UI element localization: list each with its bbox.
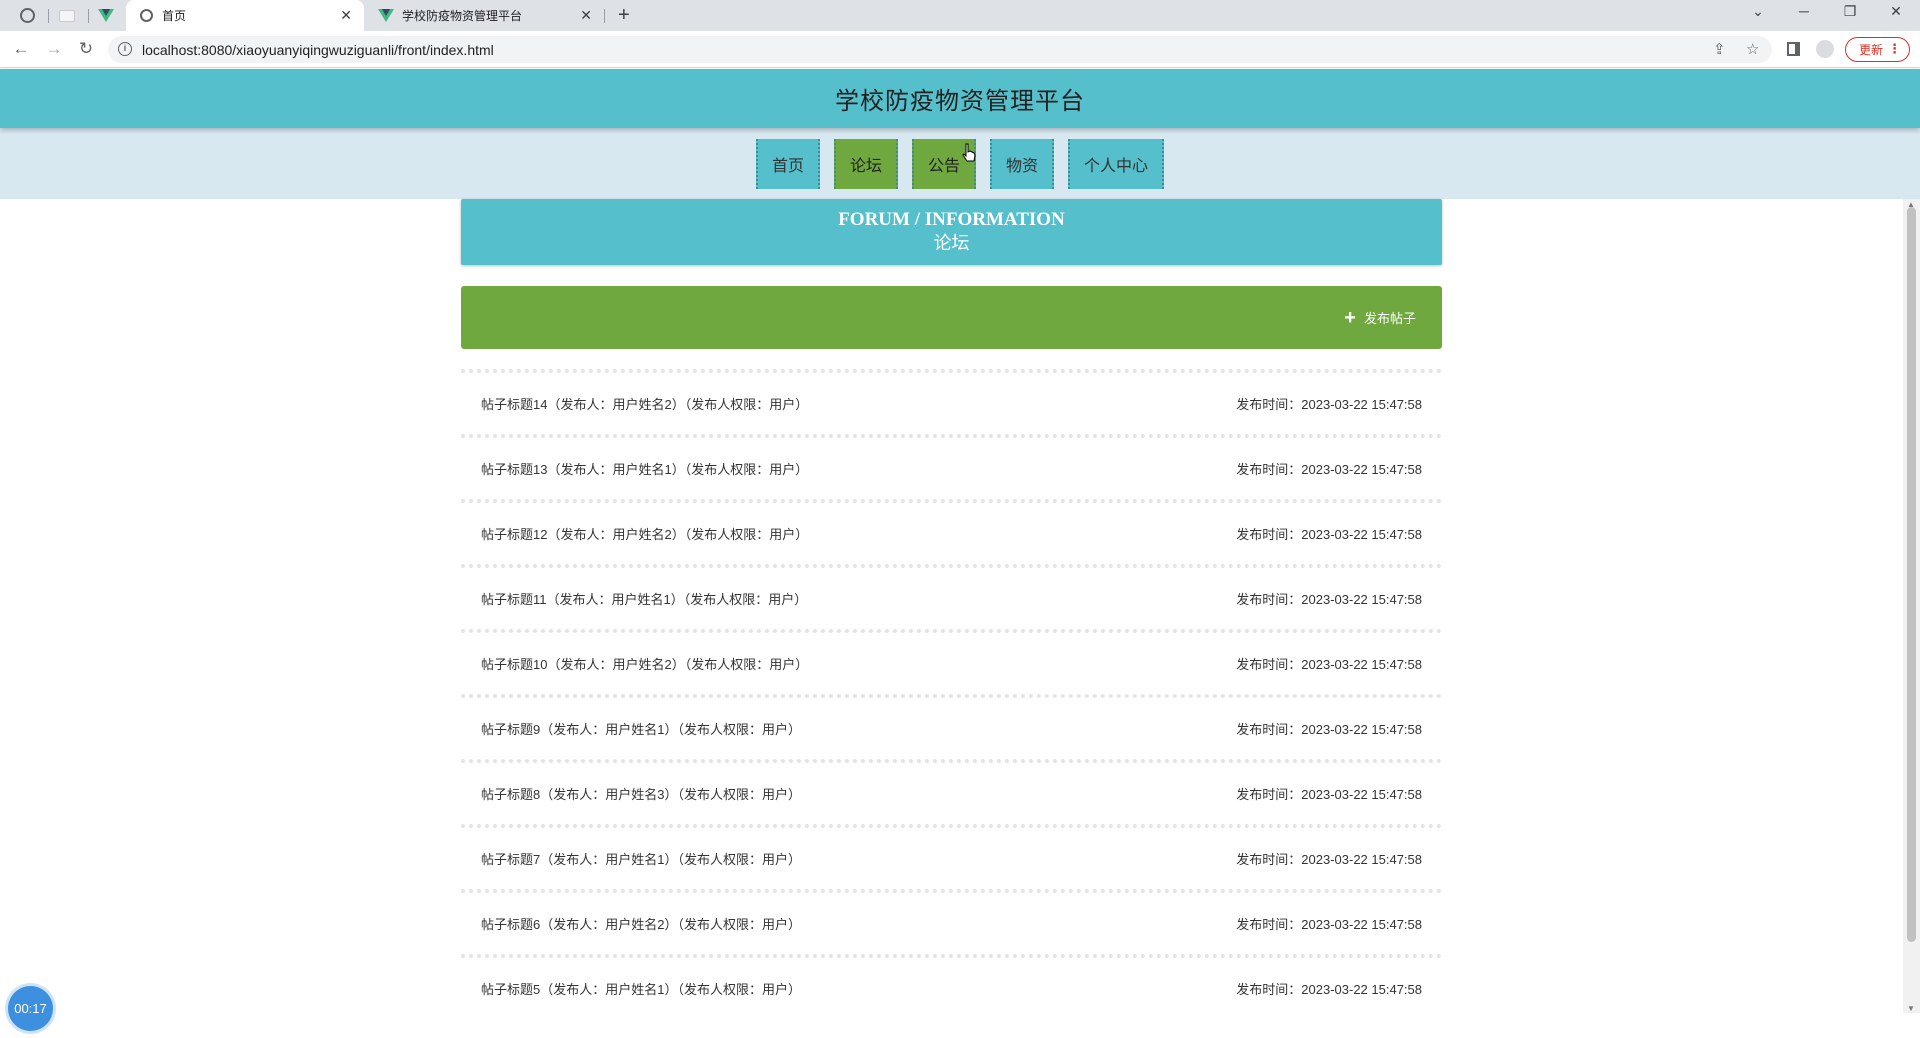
vue-logo-icon	[378, 9, 394, 22]
tab-favicon	[138, 8, 154, 24]
tab-title: 学校防疫物资管理平台	[402, 9, 523, 23]
site-info-icon[interactable]: i	[118, 42, 132, 56]
post-time: 发布时间：2023-03-22 15:47:58	[1236, 982, 1422, 997]
post-time: 发布时间：2023-03-22 15:47:58	[1236, 722, 1422, 737]
address-bar[interactable]: i localhost:8080/xiaoyuanyiqingwuziguanl…	[108, 36, 1772, 63]
pinned-tab-vue[interactable]	[89, 0, 123, 31]
hand-cursor-icon	[962, 143, 976, 162]
add-post-button[interactable]: + 发布帖子	[1344, 306, 1416, 329]
close-icon[interactable]: ✕	[580, 7, 592, 24]
new-tab-icon[interactable]: +	[618, 4, 630, 27]
post-item[interactable]: 帖子标题8（发布人：用户姓名3）（发布人权限：用户） 发布时间：2023-03-…	[461, 759, 1442, 824]
post-title[interactable]: 帖子标题12（发布人：用户姓名2）（发布人权限：用户）	[481, 524, 808, 543]
scroll-down-arrow-icon[interactable]: ▼	[1907, 1004, 1915, 1013]
post-time: 发布时间：2023-03-22 15:47:58	[1236, 592, 1422, 607]
add-post-label: 发布帖子	[1363, 311, 1416, 326]
tab-divider	[604, 9, 605, 23]
pinned-tab-blank[interactable]	[50, 0, 84, 31]
profile-avatar-icon[interactable]	[1816, 40, 1834, 58]
post-title[interactable]: 帖子标题5（发布人：用户姓名1）（发布人权限：用户）	[481, 979, 801, 998]
tab-title: 首页	[162, 9, 187, 23]
restore-icon[interactable]: ❐	[1840, 3, 1860, 20]
forward-arrow-icon[interactable]: →	[44, 39, 64, 59]
minimize-icon[interactable]: ─	[1794, 3, 1814, 19]
nav-item-forum[interactable]: 论坛	[834, 139, 898, 189]
plus-icon: +	[1344, 306, 1356, 329]
tab-platform[interactable]: 学校防疫物资管理平台 ✕	[366, 0, 604, 31]
tab-search-icon[interactable]: ⌄	[1748, 3, 1768, 20]
section-banner: FORUM / INFORMATION 论坛	[461, 199, 1442, 265]
update-label: 更新	[1859, 43, 1884, 57]
post-title[interactable]: 帖子标题14（发布人：用户姓名2）（发布人权限：用户）	[481, 394, 808, 413]
post-title[interactable]: 帖子标题6（发布人：用户姓名2）（发布人权限：用户）	[481, 914, 801, 933]
post-time: 发布时间：2023-03-22 15:47:58	[1236, 852, 1422, 867]
tab-divider	[48, 9, 49, 23]
site-title: 学校防疫物资管理平台	[835, 88, 1085, 115]
post-item[interactable]: 帖子标题6（发布人：用户姓名2）（发布人权限：用户） 发布时间：2023-03-…	[461, 889, 1442, 954]
nav-item-label: 公告	[927, 158, 960, 175]
globe-icon	[19, 8, 35, 23]
post-item[interactable]: 帖子标题11（发布人：用户姓名1）（发布人权限：用户） 发布时间：2023-03…	[461, 564, 1442, 629]
forum-content: FORUM / INFORMATION 论坛 + 发布帖子 帖子标题14（发布人…	[461, 199, 1442, 1019]
post-title[interactable]: 帖子标题10（发布人：用户姓名2）（发布人权限：用户）	[481, 654, 808, 673]
post-time: 发布时间：2023-03-22 15:47:58	[1236, 657, 1422, 672]
post-list: 帖子标题14（发布人：用户姓名2）（发布人权限：用户） 发布时间：2023-03…	[461, 369, 1442, 1019]
post-item[interactable]: 帖子标题5（发布人：用户姓名1）（发布人权限：用户） 发布时间：2023-03-…	[461, 954, 1442, 1019]
timer-badge[interactable]: 00:17	[8, 986, 53, 1031]
vue-logo-icon	[98, 9, 114, 22]
post-title[interactable]: 帖子标题11（发布人：用户姓名1）（发布人权限：用户）	[481, 589, 807, 608]
update-button[interactable]: 更新 ⋮	[1845, 37, 1910, 62]
post-time: 发布时间：2023-03-22 15:47:58	[1236, 527, 1422, 542]
page-scrollbar[interactable]: ▲ ▼	[1903, 199, 1920, 1013]
globe-icon	[139, 9, 153, 22]
nav-item-profile[interactable]: 个人中心	[1068, 139, 1164, 189]
reload-icon[interactable]: ↻	[76, 39, 96, 59]
action-bar: + 发布帖子	[461, 286, 1442, 349]
post-time: 发布时间：2023-03-22 15:47:58	[1236, 917, 1422, 932]
post-time: 发布时间：2023-03-22 15:47:58	[1236, 787, 1422, 802]
post-title[interactable]: 帖子标题13（发布人：用户姓名1）（发布人权限：用户）	[481, 459, 808, 478]
banner-title-en: FORUM / INFORMATION	[838, 209, 1065, 230]
nav-item-supplies[interactable]: 物资	[990, 139, 1054, 189]
post-title[interactable]: 帖子标题9（发布人：用户姓名1）（发布人权限：用户）	[481, 719, 801, 738]
post-title[interactable]: 帖子标题8（发布人：用户姓名3）（发布人权限：用户）	[481, 784, 801, 803]
post-item[interactable]: 帖子标题13（发布人：用户姓名1）（发布人权限：用户） 发布时间：2023-03…	[461, 434, 1442, 499]
post-title[interactable]: 帖子标题7（发布人：用户姓名1）（发布人权限：用户）	[481, 849, 801, 868]
nav-item-label: 首页	[771, 158, 804, 175]
nav-item-label: 论坛	[849, 158, 882, 175]
nav-item-label: 个人中心	[1083, 158, 1148, 175]
banner-title-cn: 论坛	[933, 233, 970, 253]
post-item[interactable]: 帖子标题10（发布人：用户姓名2）（发布人权限：用户） 发布时间：2023-03…	[461, 629, 1442, 694]
post-item[interactable]: 帖子标题14（发布人：用户姓名2）（发布人权限：用户） 发布时间：2023-03…	[461, 369, 1442, 434]
tab-home[interactable]: 首页 ✕	[126, 0, 364, 31]
site-header: 学校防疫物资管理平台	[0, 69, 1920, 128]
url-text[interactable]: localhost:8080/xiaoyuanyiqingwuziguanli/…	[142, 42, 494, 58]
nav-item-home[interactable]: 首页	[756, 139, 820, 189]
pinned-tab-globe[interactable]	[10, 0, 44, 31]
nav-item-label: 物资	[1005, 158, 1038, 175]
post-time: 发布时间：2023-03-22 15:47:58	[1236, 462, 1422, 477]
timer-text: 00:17	[14, 1001, 47, 1016]
post-item[interactable]: 帖子标题7（发布人：用户姓名1）（发布人权限：用户） 发布时间：2023-03-…	[461, 824, 1442, 889]
bookmark-star-icon[interactable]: ☆	[1746, 40, 1759, 58]
scrollbar-thumb[interactable]	[1907, 207, 1916, 942]
tab-favicon	[378, 8, 394, 24]
more-menu-icon: ⋮	[1888, 41, 1901, 56]
side-panel-icon[interactable]	[1787, 42, 1800, 56]
browser-tab-strip: 首页 ✕ 学校防疫物资管理平台 ✕ + ⌄ ─ ❐ ✕	[0, 0, 1920, 31]
close-icon[interactable]: ✕	[340, 7, 352, 24]
browser-toolbar: ← → ↻ i localhost:8080/xiaoyuanyiqingwuz…	[0, 31, 1920, 68]
post-item[interactable]: 帖子标题9（发布人：用户姓名1）（发布人权限：用户） 发布时间：2023-03-…	[461, 694, 1442, 759]
main-nav: 首页 论坛 公告 物资 个人中心	[0, 128, 1920, 199]
post-time: 发布时间：2023-03-22 15:47:58	[1236, 397, 1422, 412]
back-arrow-icon[interactable]: ←	[11, 39, 31, 59]
window-close-icon[interactable]: ✕	[1886, 3, 1906, 20]
blank-page-icon	[59, 9, 75, 22]
share-icon[interactable]: ⇪	[1713, 40, 1726, 58]
post-item[interactable]: 帖子标题12（发布人：用户姓名2）（发布人权限：用户） 发布时间：2023-03…	[461, 499, 1442, 564]
